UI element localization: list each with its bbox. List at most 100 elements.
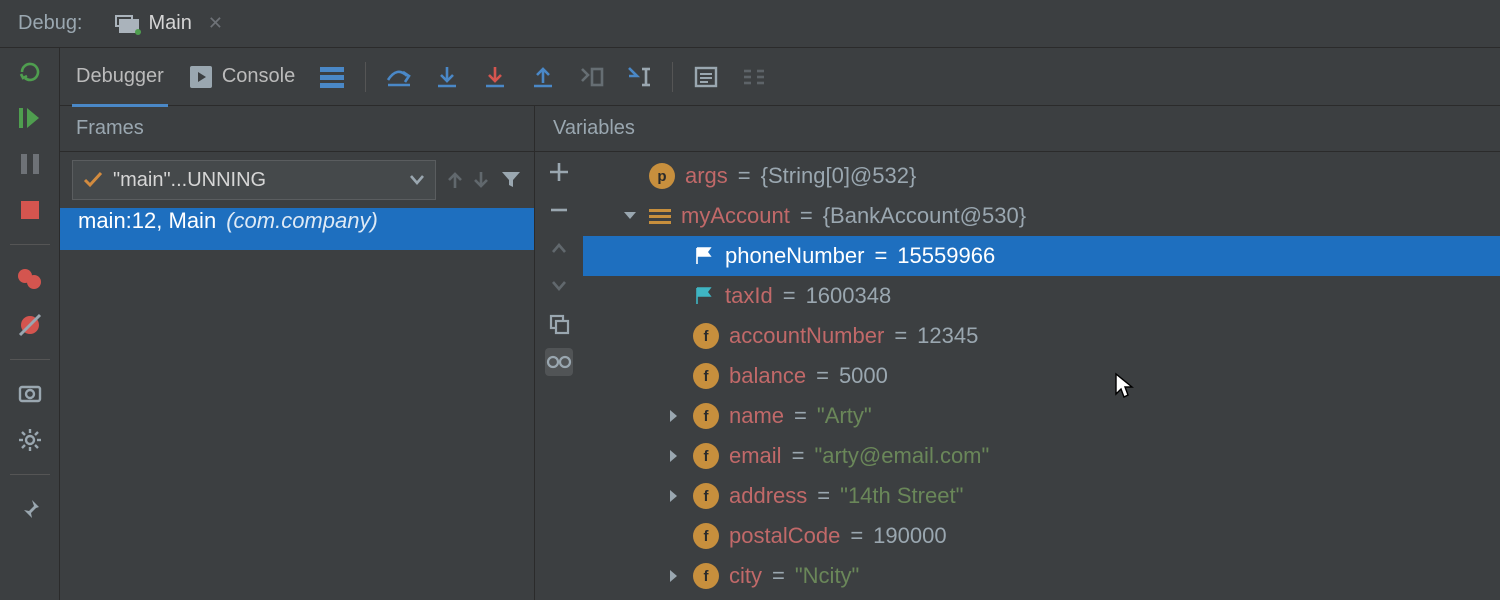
pause-icon[interactable] <box>15 150 45 178</box>
variable-value: "Ncity" <box>795 563 860 589</box>
tab-console[interactable]: Console <box>186 48 299 106</box>
variable-row[interactable]: myAccount = {BankAccount@530} <box>583 196 1500 236</box>
field-badge-icon: f <box>693 563 719 589</box>
equals-sign: = <box>816 363 829 389</box>
trace-current-stream-chain-icon[interactable] <box>739 62 769 92</box>
separator <box>10 359 50 360</box>
console-play-icon <box>190 66 212 88</box>
variable-name: phoneNumber <box>725 243 864 269</box>
variable-name: balance <box>729 363 806 389</box>
pin-icon[interactable] <box>15 495 45 523</box>
field-badge-icon: f <box>693 403 719 429</box>
variable-value: "Arty" <box>817 403 872 429</box>
variable-value: "arty@email.com" <box>814 443 989 469</box>
variable-row[interactable]: fname = "Arty" <box>583 396 1500 436</box>
rerun-icon[interactable] <box>15 58 45 86</box>
variable-value: "14th Street" <box>840 483 963 509</box>
run-to-cursor-icon[interactable] <box>624 62 654 92</box>
equals-sign: = <box>850 523 863 549</box>
separator <box>672 62 673 92</box>
separator <box>10 244 50 245</box>
filter-icon[interactable] <box>500 169 522 191</box>
equals-sign: = <box>874 243 887 269</box>
variable-row[interactable]: fpostalCode = 190000 <box>583 516 1500 556</box>
variable-name: postalCode <box>729 523 840 549</box>
field-badge-icon: f <box>693 483 719 509</box>
variable-row[interactable]: pargs = {String[0]@532} <box>583 156 1500 196</box>
variable-row[interactable]: taxId = 1600348 <box>583 276 1500 316</box>
expand-toggle-icon[interactable] <box>665 449 683 463</box>
tab-debugger[interactable]: Debugger <box>72 48 168 106</box>
remove-watch-icon[interactable] <box>545 196 573 224</box>
variable-row[interactable]: fbalance = 5000 <box>583 356 1500 396</box>
variable-value: 5000 <box>839 363 888 389</box>
variable-name: address <box>729 483 807 509</box>
frame-package: (com.company) <box>226 208 378 234</box>
param-badge-icon: p <box>649 163 675 189</box>
stop-icon[interactable] <box>15 196 45 224</box>
add-watch-icon[interactable] <box>545 158 573 186</box>
view-breakpoints-icon[interactable] <box>15 265 45 293</box>
frames-panel: "main"...UNNING main:12, Main (com.compa… <box>60 152 535 600</box>
threads-view-icon[interactable] <box>317 62 347 92</box>
variables-tree[interactable]: pargs = {String[0]@532}myAccount = {Bank… <box>583 152 1500 600</box>
move-down-icon[interactable] <box>545 272 573 300</box>
duplicate-watch-icon[interactable] <box>545 310 573 338</box>
equals-sign: = <box>800 203 813 229</box>
close-icon[interactable]: ✕ <box>208 13 223 34</box>
field-badge-icon: f <box>693 323 719 349</box>
run-config-tab[interactable]: Main ✕ <box>101 0 237 48</box>
variable-value: {BankAccount@530} <box>823 203 1026 229</box>
debug-top-bar: Debug: Main ✕ <box>0 0 1500 48</box>
show-watches-icon[interactable] <box>545 348 573 376</box>
resume-icon[interactable] <box>15 104 45 132</box>
debug-label: Debug: <box>0 12 101 35</box>
next-frame-icon[interactable] <box>472 170 490 190</box>
variable-name: myAccount <box>681 203 790 229</box>
frames-header: Frames <box>60 106 535 152</box>
check-icon <box>83 171 103 189</box>
field-badge-icon: f <box>693 443 719 469</box>
variable-row[interactable]: f address = "14th Street" <box>583 476 1500 516</box>
variable-name: name <box>729 403 784 429</box>
variable-row[interactable]: faccountNumber = 12345 <box>583 316 1500 356</box>
expand-toggle-icon[interactable] <box>665 569 683 583</box>
tab-debugger-label: Debugger <box>76 65 164 88</box>
thread-label: "main"...UNNING <box>113 169 266 192</box>
evaluate-expression-icon[interactable] <box>691 62 721 92</box>
step-into-icon[interactable] <box>432 62 462 92</box>
step-out-icon[interactable] <box>528 62 558 92</box>
variable-value: {String[0]@532} <box>761 163 917 189</box>
field-badge-icon: f <box>693 523 719 549</box>
variable-value: 12345 <box>917 323 978 349</box>
equals-sign: = <box>817 483 830 509</box>
variable-value: 15559966 <box>897 243 995 269</box>
step-over-icon[interactable] <box>384 62 414 92</box>
thread-selector[interactable]: "main"...UNNING <box>72 160 436 200</box>
debug-run-toolbar <box>0 48 60 600</box>
mute-breakpoints-icon[interactable] <box>15 311 45 339</box>
drop-frame-icon[interactable] <box>576 62 606 92</box>
variable-name: args <box>685 163 728 189</box>
tab-console-label: Console <box>222 65 295 88</box>
force-step-into-icon[interactable] <box>480 62 510 92</box>
object-badge-icon <box>649 207 671 225</box>
expand-toggle-icon[interactable] <box>665 489 683 503</box>
variable-row[interactable]: femail = "arty@email.com" <box>583 436 1500 476</box>
variable-row[interactable]: phoneNumber = 15559966 <box>583 236 1500 276</box>
expand-toggle-icon[interactable] <box>621 210 639 222</box>
variable-name: accountNumber <box>729 323 884 349</box>
variable-name: city <box>729 563 762 589</box>
chevron-down-icon <box>409 174 425 186</box>
settings-icon[interactable] <box>15 426 45 454</box>
move-up-icon[interactable] <box>545 234 573 262</box>
variable-row[interactable]: fcity = "Ncity" <box>583 556 1500 596</box>
expand-toggle-icon[interactable] <box>665 409 683 423</box>
prev-frame-icon[interactable] <box>446 170 464 190</box>
get-thread-dump-icon[interactable] <box>15 380 45 408</box>
flag-icon <box>693 285 715 307</box>
run-config-icon <box>115 15 139 33</box>
frame-location: main:12, Main <box>78 208 216 234</box>
panels-header: Frames Variables <box>60 106 1500 152</box>
stack-frame[interactable]: main:12, Main (com.company) <box>60 208 534 250</box>
